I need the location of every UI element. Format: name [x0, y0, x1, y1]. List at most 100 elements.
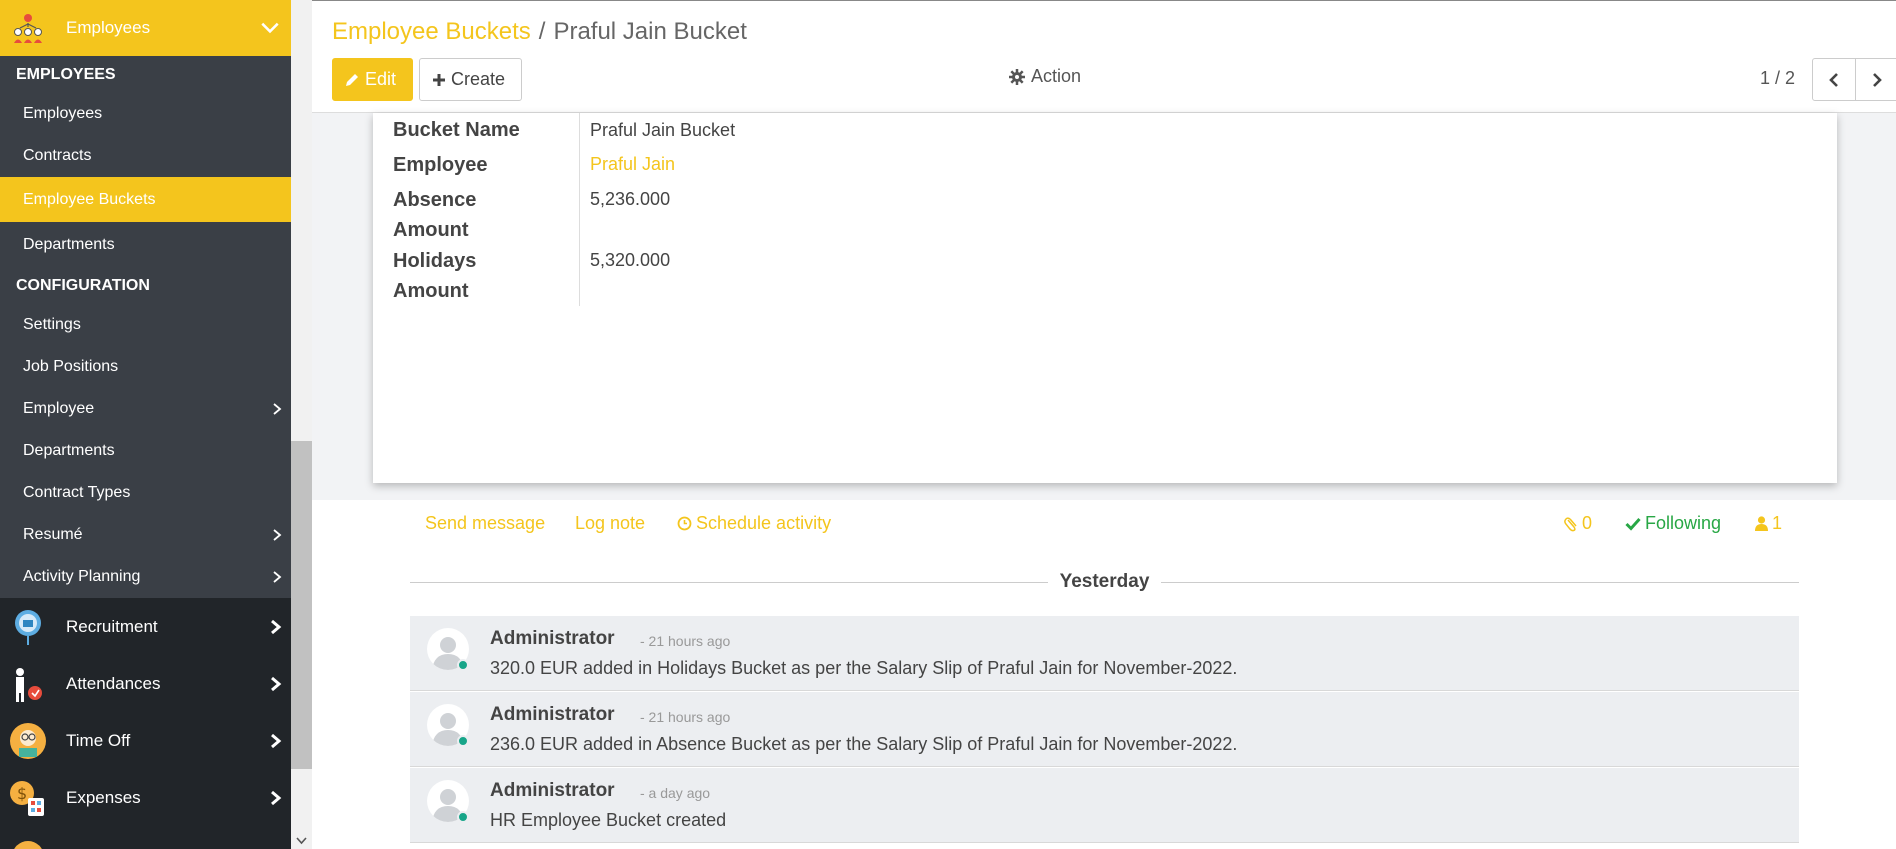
recruitment-icon	[15, 609, 41, 645]
menu-item-label: Employee	[23, 400, 95, 417]
menu-item-activity-planning[interactable]: Activity Planning	[0, 556, 291, 598]
user-icon	[1755, 516, 1768, 531]
gear-icon	[1009, 68, 1025, 85]
menu-item-resume[interactable]: Resumé	[0, 514, 291, 556]
chevron-right-icon	[271, 676, 282, 691]
section-employees: EMPLOYEES	[16, 66, 116, 83]
field-label-line: Absence	[393, 189, 477, 211]
menu-item-job-positions[interactable]: Job Positions	[0, 346, 291, 388]
field-label-line: Holidays	[393, 250, 477, 272]
online-status-dot	[457, 659, 469, 671]
chevron-down-icon[interactable]	[259, 22, 281, 34]
form-sheet: Bucket Name Praful Jain Bucket Employee …	[373, 113, 1837, 483]
message-time: - 21 hours ago	[640, 709, 731, 725]
menu-item-label: Settings	[23, 316, 81, 333]
app-attendances[interactable]: Attendances	[0, 655, 291, 712]
field-value-bucket-name: Praful Jain Bucket	[590, 120, 736, 140]
pager-next-button[interactable]	[1855, 58, 1896, 101]
menu-item-label: Job Positions	[23, 358, 119, 375]
menu-item-employees[interactable]: Employees	[0, 93, 291, 135]
schedule-activity-label: Schedule activity	[696, 513, 832, 533]
log-note-label: Log note	[575, 513, 646, 533]
field-value-absence-amount: 5,236.000	[590, 189, 671, 209]
create-button-label: Create	[451, 69, 506, 89]
message-item: Administrator - 21 hours ago 320.0 EUR a…	[410, 616, 1799, 691]
menu-item-contract-types[interactable]: Contract Types	[0, 472, 291, 514]
action-menu[interactable]: Action	[1009, 66, 1081, 87]
menu-item-label: Departments	[23, 442, 115, 459]
app-recruitment[interactable]: Recruitment	[0, 598, 291, 655]
edit-button[interactable]: Edit	[332, 58, 413, 101]
app-expenses[interactable]: $ Expenses	[0, 769, 291, 826]
svg-text:$: $	[17, 784, 27, 803]
section-configuration: CONFIGURATION	[16, 277, 150, 294]
app-partially-visible[interactable]	[0, 826, 291, 849]
app-header-employees[interactable]: Employees	[0, 0, 291, 56]
message-time: - a day ago	[640, 785, 711, 801]
send-message-label: Send message	[425, 513, 546, 533]
dashboards-icon	[13, 840, 43, 849]
message-body: 320.0 EUR added in Holidays Bucket as pe…	[490, 658, 1238, 678]
following-label: Following	[1645, 513, 1722, 533]
menu-item-contracts[interactable]: Contracts	[0, 135, 291, 177]
chatter: Send message Log note Schedule activity …	[312, 500, 1896, 849]
field-label-employee: Employee	[393, 154, 488, 176]
chevron-right-icon	[271, 733, 282, 748]
scrollbar-thumb[interactable]	[291, 441, 312, 769]
chevron-left-icon	[1829, 72, 1838, 87]
paperclip-icon	[1564, 517, 1577, 532]
sub-menu: EMPLOYEES Employees Contracts Employee B…	[0, 56, 291, 598]
day-label: Yesterday	[1047, 571, 1162, 592]
menu-item-settings[interactable]: Settings	[0, 304, 291, 346]
chevron-right-icon	[273, 403, 282, 415]
app-time-off[interactable]: Time Off	[0, 712, 291, 769]
chevron-right-icon	[1873, 72, 1882, 87]
message-item: Administrator - 21 hours ago 236.0 EUR a…	[410, 692, 1799, 767]
menu-item-departments[interactable]: Departments	[0, 222, 291, 267]
followers-button[interactable]: 1	[1755, 513, 1782, 534]
chevron-right-icon	[271, 790, 282, 805]
field-label-holidays-amount: Holidays Amount	[393, 246, 553, 306]
breadcrumb-separator: /	[538, 18, 546, 45]
log-note-button[interactable]: Log note	[575, 513, 645, 534]
day-separator-text: Yesterday	[410, 571, 1799, 593]
app-label: Time Off	[66, 730, 131, 750]
clock-icon	[677, 516, 692, 531]
attachments-button[interactable]: 0	[1564, 513, 1592, 534]
menu-item-label: Activity Planning	[23, 568, 141, 585]
followers-count: 1	[1772, 513, 1783, 533]
field-value-holidays-amount: 5,320.000	[590, 250, 671, 270]
label-divider	[579, 113, 580, 306]
menu-item-config-departments[interactable]: Departments	[0, 430, 291, 472]
send-message-button[interactable]: Send message	[425, 513, 545, 534]
menu-item-employee-buckets[interactable]: Employee Buckets	[0, 177, 291, 222]
sidebar: Employees EMPLOYEES Employees Contracts …	[0, 0, 291, 849]
field-label-absence-amount: Absence Amount	[393, 185, 553, 245]
chevron-right-icon	[273, 529, 282, 541]
schedule-activity-button[interactable]: Schedule activity	[677, 513, 831, 534]
create-button[interactable]: Create	[419, 58, 522, 101]
scroll-down-arrow-icon[interactable]	[296, 837, 307, 845]
chevron-right-icon	[271, 619, 282, 634]
field-label-line: Amount	[393, 219, 469, 241]
day-separator: Yesterday	[410, 570, 1799, 594]
breadcrumb-parent-link[interactable]: Employee Buckets	[332, 18, 531, 45]
message-item: Administrator - a day ago HR Employee Bu…	[410, 768, 1799, 843]
message-time: - 21 hours ago	[640, 633, 731, 649]
message-author[interactable]: Administrator	[490, 780, 615, 802]
following-button[interactable]: Following	[1625, 513, 1721, 534]
menu-item-label: Contracts	[23, 147, 92, 164]
field-value-employee-link[interactable]: Praful Jain	[590, 154, 675, 175]
field-label-bucket-name: Bucket Name	[393, 119, 520, 141]
menu-item-label: Employee Buckets	[23, 190, 156, 208]
action-label: Action	[1031, 66, 1082, 86]
check-icon	[1625, 517, 1641, 531]
online-status-dot	[457, 811, 469, 823]
menu-item-employee[interactable]: Employee	[0, 388, 291, 430]
sidebar-scrollbar[interactable]	[291, 0, 312, 849]
message-author[interactable]: Administrator	[490, 628, 615, 650]
employees-app-icon	[14, 14, 42, 43]
pencil-icon	[346, 74, 358, 86]
pager-previous-button[interactable]	[1812, 58, 1856, 101]
message-author[interactable]: Administrator	[490, 704, 615, 726]
